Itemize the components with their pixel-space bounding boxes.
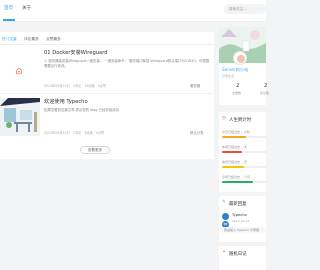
search-input[interactable]: 搜索关注...: [224, 4, 266, 14]
top-navbar: 首页 关于 搜索关注...: [0, 0, 266, 22]
load-more-button[interactable]: 查看更多: [80, 146, 110, 154]
comment-icon: ✎: [222, 200, 226, 205]
life-progress-label: 本周已经过去 ...天: [222, 145, 247, 149]
post-excerpt: 1. 服务器端安装Wireguard一键安装： 一键安装命令： 服务端口释放 W…: [44, 59, 210, 69]
life-progress-fill: [222, 151, 242, 154]
post-meta: 2024年09月14日 · 1评论 · 3阅读 · 0点赞: [44, 131, 105, 135]
post-thumbnail: [0, 98, 40, 136]
tab-most-likes[interactable]: 点赞最多: [46, 37, 61, 42]
post-excerpt: 如果您看到这篇文章,表示您的 blog 已经安装成功.: [44, 108, 121, 112]
profile-card: Server的小站 记录生活 2 文章数 2 评论数: [219, 27, 270, 105]
recent-reply-card: ✎ 最新回复 Typecho 2024-09-14 欢迎加入 Typecho 大…: [219, 196, 266, 242]
post-title[interactable]: 欢迎使用 Typecho: [44, 98, 88, 105]
reply-avatar[interactable]: [222, 213, 229, 228]
life-progress-fill: [222, 166, 244, 169]
active-nav-indicator: [3, 19, 15, 21]
clock-icon: ◷: [222, 116, 226, 121]
life-progress-track: [222, 136, 266, 139]
stat-value: 2: [236, 83, 240, 89]
profile-name: Server的小站: [222, 67, 249, 72]
random-diary-title: 随机日记: [229, 252, 247, 257]
post-title[interactable]: 01 Docker安装Wireguard: [44, 49, 108, 56]
life-progress-track: [222, 181, 266, 184]
stat-value: 2: [264, 83, 268, 89]
random-diary-card: ✦ 随机日记: [219, 246, 266, 270]
stat-label: 评论数: [260, 91, 270, 95]
post-category[interactable]: 默认分类: [190, 130, 204, 135]
life-progress-fill: [222, 136, 247, 139]
life-progress-track: [222, 151, 266, 154]
life-progress-fill: [222, 181, 253, 184]
reply-author[interactable]: Typecho: [232, 213, 247, 217]
stat-label: 文章数: [232, 91, 242, 95]
life-progress-label: 本月已经过去 ...天: [222, 160, 247, 164]
post-meta: 2024年09月14日 · 1评论 · 10阅读 · 0点赞: [44, 84, 107, 88]
profile-bio: 记录生活: [222, 74, 235, 78]
tabs-divider: [0, 44, 214, 45]
life-progress-label: 今日已经过去 ...小时: [222, 130, 250, 134]
tab-hot-posts[interactable]: 热门文章: [2, 37, 17, 42]
life-progress-label: 今年已经过去 ...个月: [222, 175, 250, 179]
recent-reply-title: 最新回复: [229, 202, 247, 207]
life-progress-track: [222, 166, 266, 169]
diary-icon: ✦: [222, 250, 226, 255]
reply-date: 2024-09-14: [232, 219, 250, 223]
life-countdown-card: ◷ 人生倒计时 今日已经过去 ...小时 本周已经过去 ...天 本月已经过去 ..…: [219, 112, 266, 192]
post-category[interactable]: 服务器: [190, 83, 200, 88]
tab-most-comments[interactable]: 评论最多: [24, 37, 39, 42]
life-title: 人生倒计时: [229, 118, 251, 123]
post-thumbnail-icon: [0, 52, 38, 90]
avatar[interactable]: [233, 51, 247, 65]
post-divider: [0, 93, 214, 94]
nav-about[interactable]: 关于: [22, 5, 31, 11]
reply-text[interactable]: 欢迎加入 Typecho 大家族: [222, 227, 265, 233]
nav-home[interactable]: 首页: [4, 5, 13, 11]
post-list-panel: 热门文章 评论最多 点赞最多 01 Docker安装Wireguard 1. 服…: [0, 32, 214, 159]
